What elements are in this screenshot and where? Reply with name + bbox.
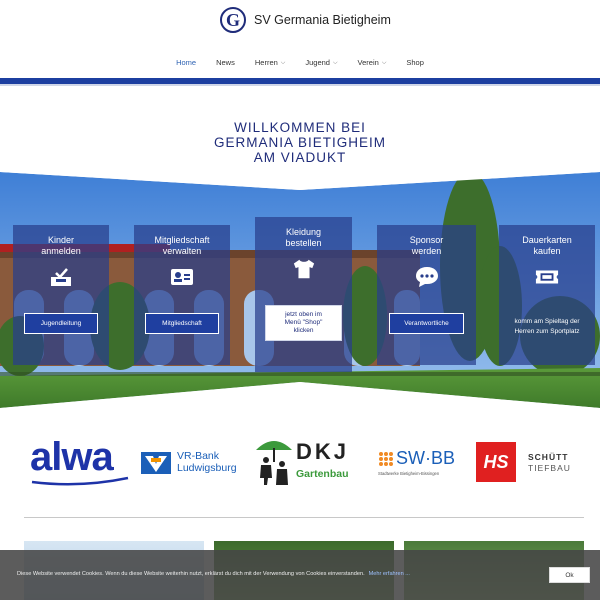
sponsor-strip: alwa VR-Bank Ludwigsburg DKJ Gartenbau S… — [0, 430, 600, 500]
site-header: G SV Germania Bietigheim — [0, 0, 600, 40]
mitgliedschaft-button[interactable]: Mitgliedschaft — [145, 313, 219, 334]
hero-title: WILLKOMMEN BEI GERMANIA BIETIGHEIM AM VI… — [0, 120, 600, 165]
sponsor-dkj[interactable]: DKJ Gartenbau — [254, 438, 354, 488]
schuett-name: SCHÜTT — [528, 452, 569, 462]
nav-item-news[interactable]: News — [206, 54, 245, 72]
chevron-down-icon: ⌵ — [332, 60, 338, 66]
hero-title-line: GERMANIA BIETIGHEIM — [213, 135, 387, 150]
card-title-line: Kleidung — [285, 227, 322, 237]
section-divider — [24, 517, 584, 518]
card-title: Sponsor werden — [377, 235, 476, 257]
nav-label: Home — [176, 58, 197, 67]
vr-bank-emblem-icon — [141, 452, 171, 474]
inbox-check-icon — [49, 265, 73, 289]
dkj-name: DKJ — [296, 439, 350, 464]
shop-hint-button[interactable]: jetzt oben im Menü "Shop" klicken — [265, 305, 342, 341]
cookie-banner: Diese Website verwendet Cookies. Wenn du… — [0, 550, 600, 600]
tshirt-icon — [292, 257, 316, 281]
swoosh-icon — [31, 476, 129, 486]
main-nav: Home News Herren ⌵ Jugend ⌵ Verein ⌵ Shop — [0, 54, 600, 72]
button-label: Verantwortliche — [404, 320, 449, 327]
button-label: Mitgliedschaft — [162, 320, 202, 327]
card-title: Kinder anmelden — [13, 235, 109, 257]
nav-label: News — [216, 58, 235, 67]
nav-item-verein[interactable]: Verein ⌵ — [348, 54, 397, 72]
card-dauerkarten-kaufen: Dauerkarten kaufen komm am Spieltag der … — [499, 225, 595, 365]
button-label-line: klicken — [293, 327, 314, 334]
club-logo[interactable]: G — [220, 7, 246, 33]
cookie-message: Diese Website verwendet Cookies. Wenn du… — [17, 571, 365, 577]
nav-label: Verein — [357, 58, 379, 67]
sponsor-schuett[interactable]: HS SCHÜTT TIEFBAU — [476, 442, 576, 482]
nav-label: Shop — [406, 58, 424, 67]
nav-item-herren[interactable]: Herren ⌵ — [245, 54, 296, 72]
verantwortliche-button[interactable]: Verantwortliche — [389, 313, 464, 334]
card-title-line: Mitgliedschaft — [154, 235, 210, 245]
nav-item-home[interactable]: Home — [166, 54, 206, 72]
swbb-name: SW·BB — [396, 448, 456, 468]
button-label-line: jetzt oben im — [285, 311, 322, 318]
card-title-line: Dauerkarten — [522, 235, 572, 245]
chevron-down-icon: ⌵ — [381, 60, 387, 66]
sponsor-alwa-logo: alwa — [30, 435, 114, 479]
vr-bank-region: Ludwigsburg — [177, 462, 237, 474]
card-title-line: anmelden — [41, 246, 81, 256]
nav-label: Jugend — [305, 58, 330, 67]
ticket-icon — [535, 265, 559, 289]
schuett-subtitle: TIEFBAU — [528, 463, 571, 473]
swbb-subtitle: Stadtwerke Bietigheim-Bissingen — [378, 471, 440, 476]
nav-item-jugend[interactable]: Jugend ⌵ — [295, 54, 347, 72]
swbb-dots-icon — [379, 452, 393, 466]
card-title-line: werden — [411, 246, 442, 256]
vr-bank-name: VR-Bank — [177, 450, 220, 462]
card-sponsor-werden: Sponsor werden Verantwortliche — [377, 225, 476, 365]
sponsor-swbb[interactable]: SW·BB Stadtwerke Bietigheim-Bissingen — [376, 448, 462, 480]
chat-bubble-icon — [415, 265, 439, 289]
site-name[interactable]: SV Germania Bietigheim — [254, 13, 391, 27]
cookie-learn-more-link[interactable]: Mehr erfahren ... — [369, 571, 410, 577]
nav-label: Herren — [254, 58, 278, 67]
button-label-line: Menü "Shop" — [284, 319, 323, 326]
card-title-line: kaufen — [533, 246, 561, 256]
card-title-line: verwalten — [162, 246, 202, 256]
jugendleitung-button[interactable]: Jugendleitung — [24, 313, 98, 334]
card-title: Dauerkarten kaufen — [499, 235, 595, 257]
dkj-subtitle: Gartenbau — [296, 468, 349, 480]
nav-item-shop[interactable]: Shop — [396, 54, 434, 72]
card-title: Mitgliedschaft verwalten — [134, 235, 230, 257]
chevron-down-icon: ⌵ — [280, 60, 286, 66]
card-title-line: Kinder — [47, 235, 74, 245]
brand[interactable]: G SV Germania Bietigheim — [220, 7, 391, 33]
button-label: Jugendleitung — [40, 320, 82, 327]
card-kleidung-bestellen: Kleidung bestellen jetzt oben im Menü "S… — [255, 217, 352, 372]
card-title-line: bestellen — [285, 238, 322, 248]
note-line: komm am Spieltag der — [514, 318, 580, 325]
gardener-umbrella-icon — [256, 441, 292, 485]
sponsor-vr-bank[interactable]: VR-Bank Ludwigsburg — [141, 450, 251, 478]
hero-title-line: AM VIADUKT — [253, 150, 347, 165]
dauerkarten-note: komm am Spieltag der Herren zum Sportpla… — [499, 317, 595, 337]
card-title-line: Sponsor — [409, 235, 444, 245]
sponsor-alwa[interactable]: alwa — [30, 436, 130, 486]
card-title: Kleidung bestellen — [255, 227, 352, 249]
cookie-ok-button[interactable]: Ok — [549, 567, 590, 583]
hero-title-line: WILLKOMMEN BEI — [234, 120, 366, 135]
card-mitgliedschaft-verwalten: Mitgliedschaft verwalten Mitgliedschaft — [134, 225, 230, 365]
card-kinder-anmelden: Kinder anmelden Jugendleitung — [13, 225, 109, 365]
note-line: Herren zum Sportplatz — [514, 328, 580, 335]
id-card-icon — [170, 265, 194, 289]
schuett-logo-icon: HS — [476, 442, 516, 482]
cookie-text: Diese Website verwendet Cookies. Wenn du… — [17, 571, 410, 577]
